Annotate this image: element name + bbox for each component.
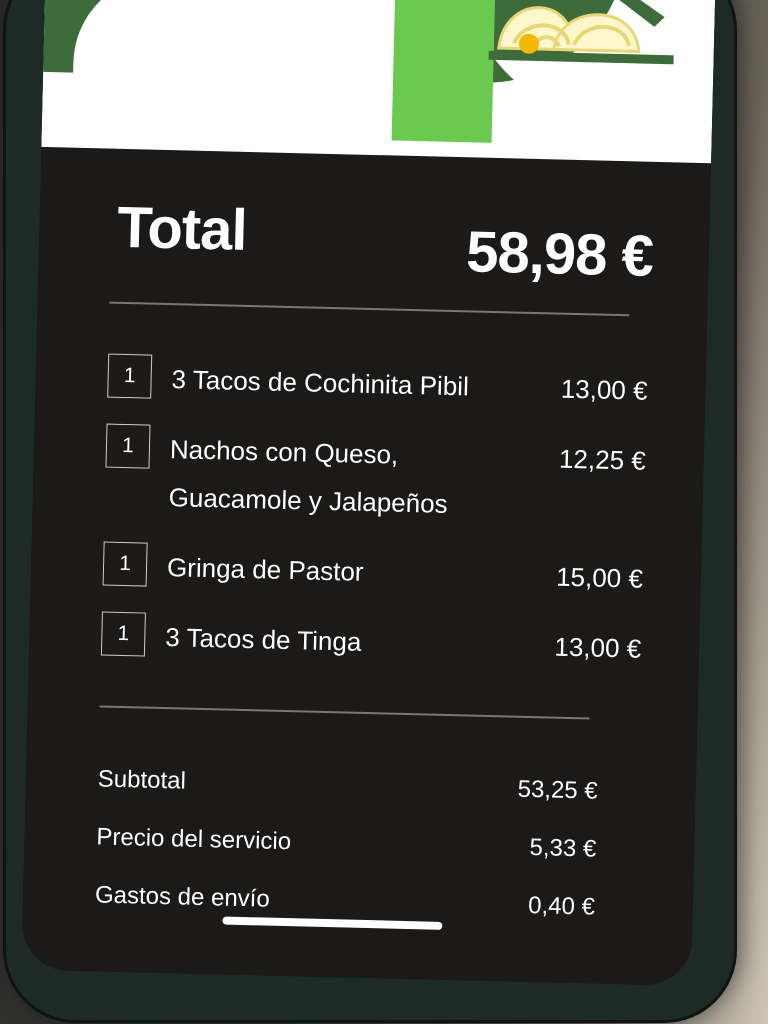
service-fee-amount: 5,33 € bbox=[529, 834, 597, 863]
delivery-fee-amount: 0,40 € bbox=[527, 892, 596, 921]
item-name: 3 Tacos de Cochinita Pibil bbox=[171, 364, 470, 402]
delivery-fee-label: Gastos de envío bbox=[94, 881, 271, 913]
item-price: 15,00 € bbox=[555, 561, 644, 594]
item-quantity-box[interactable]: 1 bbox=[107, 353, 153, 399]
order-summary-screen: Total 58,98 € 1 3 Tacos de Cochinita Pib… bbox=[21, 0, 716, 987]
item-quantity-box[interactable]: 1 bbox=[100, 611, 146, 657]
item-price: 12,25 € bbox=[558, 443, 647, 476]
order-item: 1 3 Tacos de Cochinita Pibil 13,00 € bbox=[107, 353, 648, 415]
subtotal-amount: 53,25 € bbox=[517, 775, 599, 805]
top-divider bbox=[109, 301, 630, 317]
order-item: 1 Nachos con Queso, Guacamole y Jalapeño… bbox=[104, 423, 647, 533]
item-name: Gringa de Pastor bbox=[166, 552, 364, 587]
hero-white-shape bbox=[72, 0, 406, 111]
delivery-fee-row: Gastos de envío 0,40 € bbox=[94, 877, 596, 947]
service-fee-label: Precio del servicio bbox=[96, 823, 292, 856]
total-amount: 58,98 € bbox=[465, 219, 654, 289]
hero-illustration bbox=[41, 0, 716, 164]
order-items-list: 1 3 Tacos de Cochinita Pibil 13,00 € 1 N… bbox=[100, 353, 648, 695]
total-label: Total bbox=[116, 194, 248, 263]
bottom-divider bbox=[99, 705, 590, 720]
item-price: 13,00 € bbox=[554, 631, 642, 664]
item-name: Nachos con Queso, Guacamole y Jalapeños bbox=[168, 434, 449, 519]
phone-device: Total 58,98 € 1 3 Tacos de Cochinita Pib… bbox=[6, 0, 734, 1020]
order-item: 1 3 Tacos de Tinga 13,00 € bbox=[100, 611, 642, 672]
item-price: 13,00 € bbox=[560, 373, 648, 406]
item-quantity-box[interactable]: 1 bbox=[105, 423, 151, 469]
order-item: 1 Gringa de Pastor 15,00 € bbox=[102, 541, 644, 603]
item-quantity-box[interactable]: 1 bbox=[102, 541, 148, 587]
subtotal-label: Subtotal bbox=[97, 765, 187, 795]
item-name: 3 Tacos de Tinga bbox=[164, 622, 362, 657]
food-bowl-icon bbox=[488, 0, 676, 103]
